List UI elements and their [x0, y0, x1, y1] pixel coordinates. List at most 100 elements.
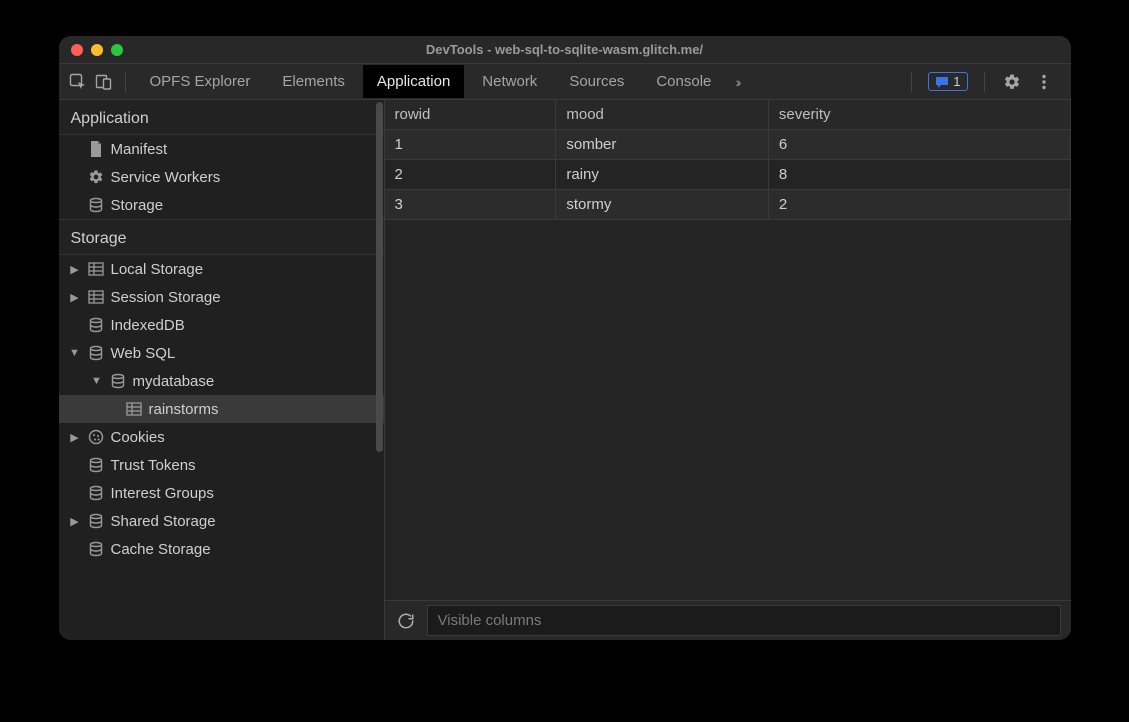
kebab-menu-icon[interactable]: [1033, 71, 1055, 93]
application-sidebar: Application Manifest Service Workers: [59, 100, 385, 640]
more-tabs-chevron-icon[interactable]: ››: [729, 74, 744, 90]
section-header-storage: Storage: [59, 219, 384, 255]
cookie-icon: [87, 428, 105, 446]
sidebar-item-label: Interest Groups: [111, 485, 214, 502]
main-toolbar: OPFS Explorer Elements Application Netwo…: [59, 64, 1071, 100]
window-maximize-button[interactable]: [111, 44, 123, 56]
tab-opfs-explorer[interactable]: OPFS Explorer: [136, 65, 265, 98]
expand-arrow-icon[interactable]: ▶: [69, 515, 81, 528]
column-header-rowid[interactable]: rowid: [385, 100, 556, 130]
toolbar-right: 1: [905, 71, 1062, 93]
issues-count: 1: [953, 74, 960, 89]
sidebar-item-label: Cookies: [111, 429, 165, 446]
sidebar-item-label: Trust Tokens: [111, 457, 196, 474]
sidebar-item-manifest[interactable]: Manifest: [59, 135, 384, 163]
database-icon: [87, 540, 105, 558]
titlebar: DevTools - web-sql-to-sqlite-wasm.glitch…: [59, 36, 1071, 64]
database-icon: [87, 196, 105, 214]
sidebar-item-label: Cache Storage: [111, 541, 211, 558]
cell-mood: somber: [556, 130, 769, 160]
tab-elements[interactable]: Elements: [268, 65, 359, 98]
expand-arrow-icon[interactable]: ▶: [69, 291, 81, 304]
database-icon: [87, 512, 105, 530]
cell-rowid: 1: [385, 130, 556, 160]
table-row[interactable]: 3 stormy 2: [385, 190, 1071, 220]
sidebar-item-indexeddb[interactable]: ▶ IndexedDB: [59, 311, 384, 339]
table-header-row: rowid mood severity: [385, 100, 1071, 130]
sidebar-item-service-workers[interactable]: Service Workers: [59, 163, 384, 191]
column-header-severity[interactable]: severity: [768, 100, 1070, 130]
cell-rowid: 3: [385, 190, 556, 220]
database-icon: [87, 456, 105, 474]
sidebar-item-label: Session Storage: [111, 289, 221, 306]
gear-icon: [87, 168, 105, 186]
table-icon: [87, 288, 105, 306]
tab-console[interactable]: Console: [642, 65, 725, 98]
sidebar-item-trust-tokens[interactable]: ▶ Trust Tokens: [59, 451, 384, 479]
sidebar-item-label: Service Workers: [111, 169, 221, 186]
toolbar-divider: [984, 72, 985, 92]
document-icon: [87, 140, 105, 158]
window-title: DevTools - web-sql-to-sqlite-wasm.glitch…: [59, 42, 1071, 57]
toolbar-divider: [911, 72, 912, 92]
sidebar-item-shared-storage[interactable]: ▶ Shared Storage: [59, 507, 384, 535]
expand-arrow-icon[interactable]: ▼: [91, 375, 103, 387]
toolbar-divider: [125, 72, 126, 92]
cell-rowid: 2: [385, 160, 556, 190]
message-icon: [935, 75, 949, 89]
issues-indicator[interactable]: 1: [928, 72, 967, 91]
table-icon: [125, 400, 143, 418]
cell-severity: 8: [768, 160, 1070, 190]
tab-sources[interactable]: Sources: [555, 65, 638, 98]
table-footer: [385, 600, 1071, 640]
sidebar-item-cookies[interactable]: ▶ Cookies: [59, 423, 384, 451]
column-header-mood[interactable]: mood: [556, 100, 769, 130]
table-viewport[interactable]: rowid mood severity 1 somber 6 2: [385, 100, 1071, 600]
window-close-button[interactable]: [71, 44, 83, 56]
sidebar-item-label: IndexedDB: [111, 317, 185, 334]
sidebar-item-label: mydatabase: [133, 373, 215, 390]
window-minimize-button[interactable]: [91, 44, 103, 56]
sidebar-item-storage[interactable]: Storage: [59, 191, 384, 219]
content-area: rowid mood severity 1 somber 6 2: [385, 100, 1071, 640]
cell-mood: stormy: [556, 190, 769, 220]
database-icon: [109, 372, 127, 390]
sidebar-item-cache-storage[interactable]: ▶ Cache Storage: [59, 535, 384, 563]
sidebar-item-session-storage[interactable]: ▶ Session Storage: [59, 283, 384, 311]
database-icon: [87, 316, 105, 334]
refresh-icon[interactable]: [395, 610, 417, 632]
table-icon: [87, 260, 105, 278]
cell-severity: 2: [768, 190, 1070, 220]
settings-gear-icon[interactable]: [1001, 71, 1023, 93]
devtools-window: DevTools - web-sql-to-sqlite-wasm.glitch…: [59, 36, 1071, 640]
sidebar-item-mydatabase[interactable]: ▼ mydatabase: [59, 367, 384, 395]
sidebar-item-interest-groups[interactable]: ▶ Interest Groups: [59, 479, 384, 507]
section-header-application: Application: [59, 100, 384, 135]
table-row[interactable]: 2 rainy 8: [385, 160, 1071, 190]
sidebar-item-websql[interactable]: ▼ Web SQL: [59, 339, 384, 367]
expand-arrow-icon[interactable]: ▶: [69, 431, 81, 444]
sidebar-item-label: Shared Storage: [111, 513, 216, 530]
sidebar-item-label: Web SQL: [111, 345, 176, 362]
table-row[interactable]: 1 somber 6: [385, 130, 1071, 160]
sidebar-item-label: rainstorms: [149, 401, 219, 418]
database-icon: [87, 344, 105, 362]
sidebar-item-local-storage[interactable]: ▶ Local Storage: [59, 255, 384, 283]
expand-arrow-icon[interactable]: ▶: [69, 263, 81, 276]
sidebar-item-label: Manifest: [111, 141, 168, 158]
database-icon: [87, 484, 105, 502]
expand-arrow-icon[interactable]: ▼: [69, 347, 81, 359]
cell-mood: rainy: [556, 160, 769, 190]
sidebar-item-rainstorms[interactable]: ▶ rainstorms: [59, 395, 384, 423]
inspect-element-icon[interactable]: [67, 71, 89, 93]
results-table: rowid mood severity 1 somber 6 2: [385, 100, 1071, 220]
visible-columns-input[interactable]: [427, 605, 1061, 636]
device-toolbar-icon[interactable]: [93, 71, 115, 93]
tab-network[interactable]: Network: [468, 65, 551, 98]
tab-application[interactable]: Application: [363, 65, 464, 98]
sidebar-item-label: Storage: [111, 197, 164, 214]
sidebar-scrollbar[interactable]: [376, 102, 383, 452]
main-split: Application Manifest Service Workers: [59, 100, 1071, 640]
traffic-lights: [71, 44, 123, 56]
cell-severity: 6: [768, 130, 1070, 160]
